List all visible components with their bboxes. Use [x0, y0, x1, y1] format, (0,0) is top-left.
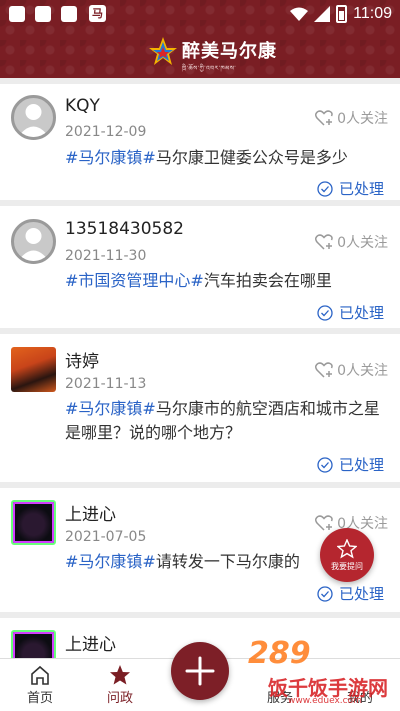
post-date: 2021-11-30: [65, 248, 147, 264]
follow-button[interactable]: 0人关注: [315, 360, 388, 380]
topic-tag[interactable]: #市国资管理中心#: [65, 271, 204, 290]
question-card[interactable]: KQY 2021-12-09 0人关注 #马尔康镇#马尔康卫健委公众号是多少 已…: [0, 84, 400, 200]
follow-count: 0人关注: [337, 111, 388, 127]
post-date: 2021-07-05: [65, 529, 147, 545]
status-label: 已处理: [338, 304, 384, 322]
follow-button[interactable]: 0人关注: [315, 232, 388, 252]
status-badge: 已处理: [317, 178, 384, 199]
status-bar: 马 11:09: [0, 0, 400, 28]
tab-politics-label: 问政: [106, 691, 133, 706]
avatar: [11, 95, 56, 140]
tab-politics[interactable]: 问政: [90, 663, 150, 706]
question-text[interactable]: #马尔康镇#马尔康卫健委公众号是多少: [65, 146, 393, 170]
ask-question-button[interactable]: 我要提问: [320, 528, 374, 582]
status-label: 已处理: [338, 585, 384, 603]
question-text[interactable]: #马尔康镇#马尔康市的航空酒店和城市之星是哪里？说的哪个地方？: [65, 397, 393, 445]
author-name: KQY: [65, 96, 100, 116]
logo-mark-icon: [149, 37, 177, 65]
heart-plus-icon: [315, 234, 333, 250]
app-header: 马 11:09 醉美马尔康 ཁྲི་ཆོས་ཀྱི་འབར་ཁམས་: [0, 0, 400, 78]
author-name: 13518430582: [65, 219, 184, 239]
tab-mine-label: 我的: [346, 691, 373, 706]
author-name: 上进心: [65, 635, 116, 655]
question-card[interactable]: 13518430582 2021-11-30 0人关注 #市国资管理中心#汽车拍…: [0, 206, 400, 328]
check-circle-icon: [317, 585, 333, 602]
tab-home[interactable]: 首页: [10, 663, 70, 706]
app-notification-icon: 马: [89, 5, 106, 22]
status-badge: 已处理: [317, 302, 384, 323]
question-body: 请转发一下马尔康的: [155, 552, 300, 571]
topic-tag[interactable]: #马尔康镇#: [65, 148, 156, 167]
check-circle-icon: [317, 304, 333, 321]
notification-icon: [35, 6, 51, 22]
app-title: 醉美马尔康: [182, 41, 277, 62]
tab-service-label: 服务: [266, 691, 293, 706]
tab-service[interactable]: 服务: [250, 663, 310, 706]
follow-button[interactable]: 0人关注: [315, 108, 388, 128]
default-avatar-icon: [18, 104, 49, 137]
heart-plus-icon: [315, 110, 333, 126]
question-body: 马尔康卫健委公众号是多少: [155, 148, 348, 167]
plus-icon: [185, 656, 215, 686]
battery-icon: [336, 5, 348, 23]
topic-tag[interactable]: #马尔康镇#: [65, 552, 156, 571]
question-card[interactable]: 诗婷 2021-11-13 0人关注 #马尔康镇#马尔康市的航空酒店和城市之星是…: [0, 334, 400, 482]
check-circle-icon: [317, 180, 333, 197]
author-name: 诗婷: [65, 352, 99, 372]
post-date: 2021-12-09: [65, 124, 147, 140]
topic-tag[interactable]: #马尔康镇#: [65, 399, 156, 418]
avatar: [11, 219, 56, 264]
follow-count: 0人关注: [337, 235, 388, 251]
question-body: 汽车拍卖会在哪里: [203, 271, 332, 290]
wifi-icon: [290, 7, 309, 21]
tab-mine[interactable]: 我的: [330, 663, 390, 706]
star-icon: [110, 665, 130, 685]
tab-home-label: 首页: [26, 691, 53, 706]
notification-icon: [9, 6, 25, 22]
app-subtitle: ཁྲི་ཆོས་ཀྱི་འབར་ཁམས་: [182, 65, 237, 72]
follow-count: 0人关注: [337, 363, 388, 379]
check-circle-icon: [317, 456, 333, 473]
question-text[interactable]: #市国资管理中心#汽车拍卖会在哪里: [65, 269, 393, 293]
author-name: 上进心: [65, 505, 116, 525]
status-label: 已处理: [338, 180, 384, 198]
avatar: [11, 500, 56, 545]
app-logo: 醉美马尔康 ཁྲི་ཆོས་ཀྱི་འབར་ཁམས་: [148, 36, 278, 72]
star-icon: [337, 539, 357, 559]
status-badge: 已处理: [317, 454, 384, 475]
add-button[interactable]: [171, 642, 229, 700]
notification-icon: [61, 6, 77, 22]
avatar: [11, 347, 56, 392]
status-badge: 已处理: [317, 583, 384, 604]
clock: 11:09: [353, 5, 392, 22]
default-avatar-icon: [18, 228, 49, 261]
ask-question-label: 我要提问: [331, 562, 363, 571]
post-date: 2021-11-13: [65, 376, 147, 392]
status-label: 已处理: [338, 456, 384, 474]
heart-plus-icon: [315, 362, 333, 378]
home-icon: [31, 665, 49, 685]
signal-icon: [314, 6, 331, 22]
heart-plus-icon: [315, 515, 333, 531]
